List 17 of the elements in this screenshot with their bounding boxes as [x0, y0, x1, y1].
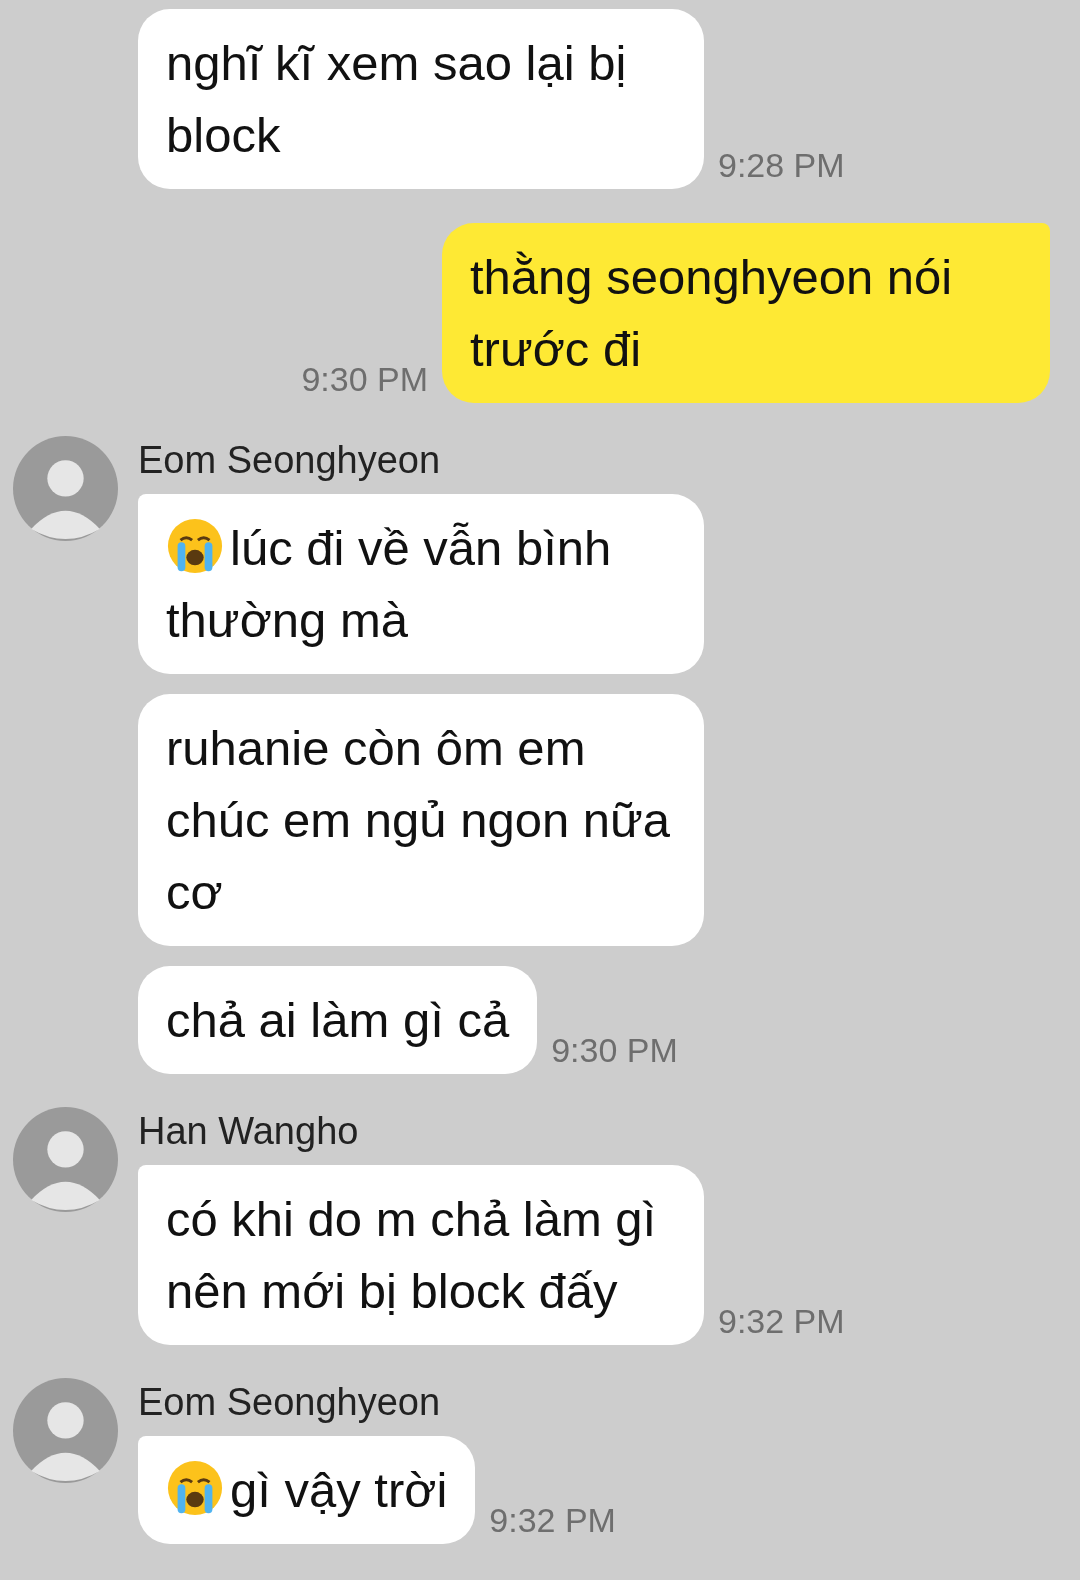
crying-face-icon	[166, 517, 224, 575]
message-bubble: gì vậy trời	[138, 1436, 476, 1544]
timestamp: 9:32 PM	[718, 1302, 845, 1341]
timestamp: 9:30 PM	[551, 1031, 678, 1070]
crying-face-icon	[166, 1459, 224, 1517]
timestamp: 9:28 PM	[718, 146, 845, 185]
sender-name: Han Wangho	[138, 1110, 360, 1153]
sender-name: Eom Seonghyeon	[138, 1381, 442, 1424]
sender-name: Eom Seonghyeon	[138, 439, 442, 482]
message-bubble: ruhanie còn ôm em chúc em ngủ ngon nữa cơ	[138, 694, 704, 946]
message-bubble: nghĩ kĩ xem sao lại bị block	[138, 9, 704, 189]
message-bubble: có khi do m chả làm gì nên mới bị block đấy	[138, 1165, 704, 1345]
message-bubble: chả ai làm gì cả	[138, 966, 538, 1074]
message-bubble: thằng seonghyeon nói trước đi	[442, 223, 1050, 403]
timestamp: 9:32 PM	[489, 1501, 616, 1540]
timestamp: 9:30 PM	[301, 360, 428, 399]
message-bubble: lúc đi về vẫn bình thường mà	[138, 494, 704, 674]
